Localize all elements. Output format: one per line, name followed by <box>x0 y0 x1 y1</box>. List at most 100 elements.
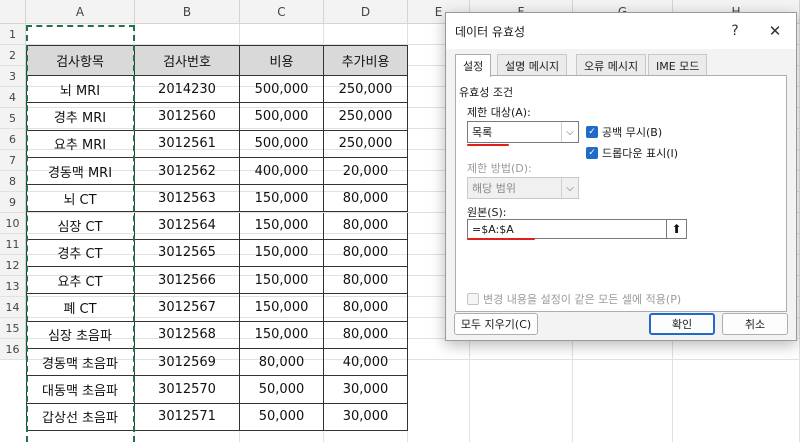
table-cell[interactable]: 400,000 <box>240 157 324 186</box>
table-cell[interactable]: 3012560 <box>135 103 240 131</box>
clear-all-button[interactable]: 모두 지우기(C) <box>454 313 538 335</box>
row-header[interactable]: 4 <box>0 87 26 108</box>
tab-ime-mode[interactable]: IME 모드 <box>648 54 708 76</box>
column-header-b[interactable]: B <box>135 0 240 24</box>
dropdown-checkbox[interactable]: ✓ 드롭다운 표시(I) <box>586 145 678 161</box>
table-cell[interactable]: 500,000 <box>240 130 324 158</box>
table-cell[interactable]: 심장 CT <box>26 212 135 240</box>
table-cell[interactable]: 경동맥 초음파 <box>26 349 135 377</box>
row-header[interactable]: 6 <box>0 129 26 150</box>
table-cell[interactable]: 대동맥 초음파 <box>26 376 135 404</box>
row-header[interactable]: 8 <box>0 171 26 192</box>
table-cell[interactable]: 150,000 <box>240 212 324 240</box>
dialog-titlebar[interactable]: 데이터 유효성 ? ✕ <box>446 13 796 49</box>
row-header[interactable]: 13 <box>0 276 26 297</box>
table-cell[interactable]: 80,000 <box>324 212 408 240</box>
table-header-cell[interactable]: 비용 <box>240 45 324 76</box>
table-cell[interactable]: 80,000 <box>324 267 408 295</box>
row-header[interactable]: 9 <box>0 192 26 213</box>
table-cell[interactable]: 500,000 <box>240 103 324 131</box>
table-cell[interactable]: 경동맥 MRI <box>26 157 135 186</box>
table-cell[interactable]: 150,000 <box>240 267 324 295</box>
row-header[interactable]: 2 <box>0 45 26 66</box>
table-cell[interactable]: 3012569 <box>135 349 240 377</box>
section-title: 유효성 조건 <box>459 86 514 99</box>
table-cell[interactable]: 경추 MRI <box>26 103 135 131</box>
table-cell[interactable]: 30,000 <box>324 376 408 404</box>
table-cell[interactable]: 3012565 <box>135 239 240 268</box>
table-cell[interactable]: 50,000 <box>240 376 324 404</box>
table-cell[interactable]: 250,000 <box>324 103 408 131</box>
row-header[interactable]: 14 <box>0 297 26 318</box>
table-header-cell[interactable]: 검사번호 <box>135 45 240 76</box>
column-header-d[interactable]: D <box>324 0 408 24</box>
table-cell[interactable]: 3012561 <box>135 130 240 158</box>
table-cell[interactable]: 80,000 <box>324 239 408 268</box>
table-cell[interactable]: 3012564 <box>135 212 240 240</box>
ignore-blank-checkbox[interactable]: ✓ 공백 무시(B) <box>586 124 662 140</box>
table-cell[interactable]: 20,000 <box>324 157 408 186</box>
table-cell[interactable]: 80,000 <box>324 321 408 349</box>
select-all-corner[interactable] <box>0 0 26 24</box>
table-cell[interactable]: 폐 CT <box>26 294 135 322</box>
table-cell[interactable]: 150,000 <box>240 239 324 268</box>
table-cell[interactable]: 150,000 <box>240 321 324 349</box>
table-cell[interactable]: 150,000 <box>240 294 324 322</box>
table-cell[interactable]: 뇌 MRI <box>26 76 135 104</box>
table-cell[interactable]: 3012562 <box>135 157 240 186</box>
row-header[interactable]: 12 <box>0 255 26 276</box>
tab-input-message[interactable]: 설명 메시지 <box>497 54 568 76</box>
table-cell[interactable]: 3012570 <box>135 376 240 404</box>
checkbox-unchecked-icon <box>467 293 479 305</box>
table-cell[interactable]: 3012563 <box>135 185 240 213</box>
table-cell[interactable]: 250,000 <box>324 76 408 104</box>
allow-combo[interactable]: 목록 ⌵ <box>467 121 579 143</box>
table-cell[interactable]: 3012567 <box>135 294 240 322</box>
row-header[interactable]: 16 <box>0 339 26 360</box>
table-cell[interactable]: 경추 CT <box>26 239 135 268</box>
table-cell[interactable]: 요추 MRI <box>26 130 135 158</box>
table-cell[interactable]: 150,000 <box>240 185 324 213</box>
table-cell[interactable]: 50,000 <box>240 403 324 431</box>
tab-settings[interactable]: 설정 <box>455 54 492 77</box>
ok-button[interactable]: 확인 <box>649 313 715 335</box>
table-header-cell[interactable]: 검사항목 <box>26 45 135 76</box>
table-cell[interactable]: 80,000 <box>324 294 408 322</box>
row-header[interactable]: 11 <box>0 234 26 255</box>
tab-error-alert[interactable]: 오류 메시지 <box>576 54 647 76</box>
table-cell[interactable]: 2014230 <box>135 76 240 104</box>
row-header[interactable]: 15 <box>0 318 26 339</box>
row-header[interactable]: 10 <box>0 213 26 234</box>
column-header-c[interactable]: C <box>240 0 324 24</box>
help-button[interactable]: ? <box>724 21 746 41</box>
table-cell[interactable]: 갑상선 초음파 <box>26 403 135 431</box>
table-cell[interactable]: 심장 초음파 <box>26 321 135 349</box>
chevron-down-icon[interactable]: ⌵ <box>561 122 578 142</box>
table-cell[interactable]: 3012568 <box>135 321 240 349</box>
table-cell[interactable]: 80,000 <box>240 349 324 377</box>
table-cell[interactable]: 뇌 CT <box>26 185 135 213</box>
row-header[interactable]: 7 <box>0 150 26 171</box>
table-cell[interactable]: 3012566 <box>135 267 240 295</box>
column-header-a[interactable]: A <box>26 0 135 24</box>
apply-all-label: 변경 내용을 설정이 같은 모든 셀에 적용(P) <box>483 293 682 306</box>
allow-label: 제한 대상(A): <box>467 106 531 119</box>
cancel-button[interactable]: 취소 <box>722 313 788 335</box>
table-cell[interactable]: 40,000 <box>324 349 408 377</box>
table-cell[interactable]: 500,000 <box>240 76 324 104</box>
row-header[interactable]: 1 <box>0 24 26 45</box>
close-button[interactable]: ✕ <box>764 21 786 41</box>
table-cell[interactable]: 80,000 <box>324 185 408 213</box>
table-cell[interactable]: 250,000 <box>324 130 408 158</box>
range-select-button[interactable]: ⬆ <box>667 219 687 239</box>
table-cell[interactable]: 3012571 <box>135 403 240 431</box>
table-cell[interactable]: 30,000 <box>324 403 408 431</box>
source-input[interactable]: =$A:$A <box>467 219 667 239</box>
apply-all-checkbox[interactable]: 변경 내용을 설정이 같은 모든 셀에 적용(P) <box>467 291 681 307</box>
table-header-cell[interactable]: 추가비용 <box>324 45 408 76</box>
row-header[interactable]: 5 <box>0 108 26 129</box>
table-cell[interactable]: 요추 CT <box>26 267 135 295</box>
settings-panel: 유효성 조건 제한 대상(A): 목록 ⌵ ✓ 공백 무시(B) ✓ 드롭다운 … <box>455 75 787 312</box>
red-underline-source <box>467 238 535 240</box>
row-header[interactable]: 3 <box>0 66 26 87</box>
